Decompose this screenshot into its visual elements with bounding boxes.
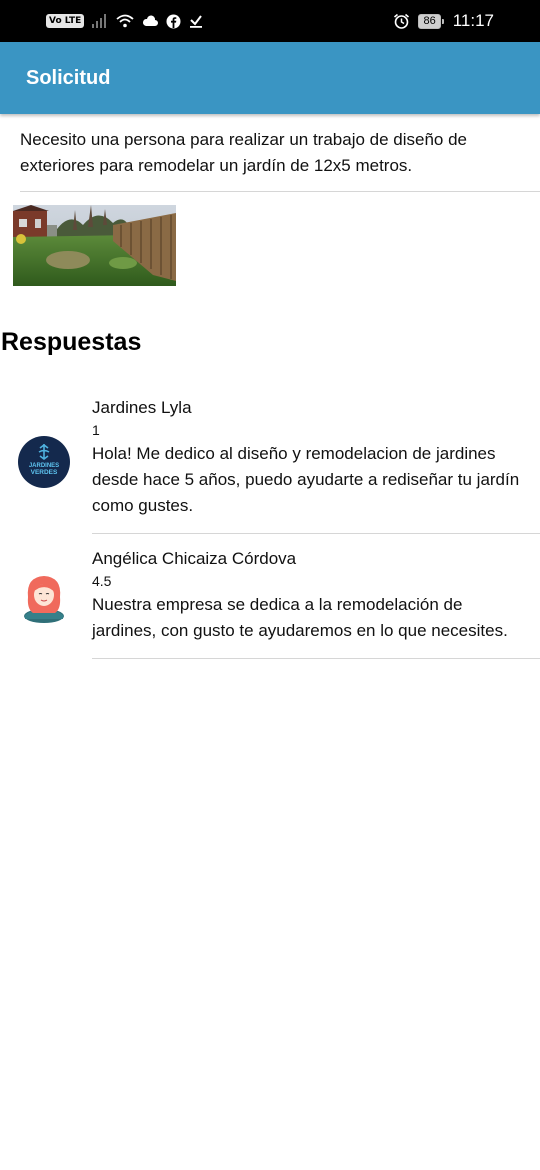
response-rating: 4.5 [92,573,112,589]
status-bar-right: 86 11:17 [393,11,494,31]
response-author: Jardines Lyla [92,398,192,417]
avatar [24,575,64,623]
avatar: JARDINES VERDES [18,435,70,488]
download-icon [189,14,203,28]
responses-heading: Respuestas [1,328,142,356]
volte-badge: Vo LTE [46,14,85,28]
alarm-icon [393,13,410,30]
clock-time: 11:17 [452,11,494,30]
request-description: Necesito una persona para realizar un tr… [20,130,468,175]
avatar-column [0,534,92,659]
status-bar-left: Vo LTE [46,14,203,29]
facebook-icon [166,14,181,29]
wifi-icon [116,14,134,28]
avatar-text-line2: VERDES [31,469,58,476]
response-message: Nuestra empresa se dedica a la remodelac… [92,595,508,640]
app-bar: Solicitud [0,42,540,114]
response-body: Angélica Chicaiza Córdova 4.5 Nuestra em… [92,534,540,659]
status-bar: Vo LTE 86 11:17 [0,0,540,42]
battery-icon: 86 [418,13,445,29]
signal-icon [92,14,108,28]
responses-list: JARDINES VERDES Jardines Lyla 1 Hola! Me… [0,389,540,659]
response-body: Jardines Lyla 1 Hola! Me dedico al diseñ… [92,389,540,534]
response-author: Angélica Chicaiza Córdova [92,549,297,568]
avatar-column: JARDINES VERDES [0,389,92,534]
garden-photo[interactable] [13,205,176,286]
response-rating: 1 [92,422,100,438]
list-item[interactable]: Angélica Chicaiza Córdova 4.5 Nuestra em… [0,534,540,659]
divider [20,191,540,192]
page-title: Solicitud [26,66,111,89]
list-item[interactable]: JARDINES VERDES Jardines Lyla 1 Hola! Me… [0,389,540,534]
response-message: Hola! Me dedico al diseño y remodelacion… [92,444,520,515]
cloud-icon [142,15,159,27]
